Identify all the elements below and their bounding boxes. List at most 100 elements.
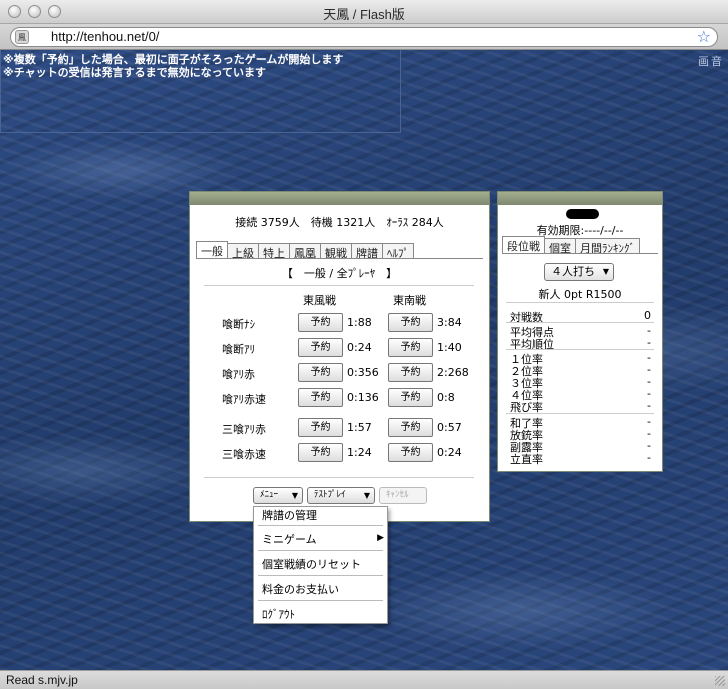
- profile-tabs: 段位戦 個室 月間ﾗﾝｷﾝｸﾞ: [502, 236, 640, 255]
- chevron-down-icon: ▼: [602, 267, 609, 276]
- tab-general[interactable]: 一般: [196, 241, 228, 259]
- south-count: 0:24: [437, 446, 462, 459]
- browser-toolbar: 鳳 http://tenhou.net/0/ ☆: [0, 24, 728, 50]
- tab-phoenix[interactable]: 鳳凰: [289, 243, 321, 260]
- stat-value: 0: [644, 309, 651, 322]
- row-label: 喰ｱﾘ赤速: [222, 393, 266, 406]
- page-content: ※複数「予約」した場合、最初に面子がそろったゲームが開始します ※チャットの受信…: [0, 50, 728, 670]
- tab-watch[interactable]: 観戦: [320, 243, 352, 260]
- tab-private[interactable]: 個室: [544, 238, 576, 255]
- lobby-header: 【 一般 / 全ﾌﾟﾚｰﾔ 】: [281, 267, 398, 280]
- reserve-east-button[interactable]: 予約: [298, 363, 343, 382]
- tab-ranked[interactable]: 段位戦: [502, 236, 545, 254]
- reserve-east-button[interactable]: 予約: [298, 443, 343, 462]
- submenu-arrow-icon: ▶: [377, 533, 384, 543]
- browser-window: 天鳳 / Flash版 鳳 http://tenhou.net/0/ ☆ ※複数…: [0, 0, 728, 689]
- lobby-panel: 接続 3759人 待機 1321人 ｵｰﾗｽ 284人 一般 上級 特上 鳳凰 …: [189, 191, 490, 522]
- title-bar: 天鳳 / Flash版: [0, 0, 728, 24]
- tab-upper[interactable]: 上級: [227, 243, 259, 260]
- mode-select[interactable]: ４人打ち ▼: [544, 263, 614, 281]
- testplay-button[interactable]: ﾃｽﾄﾌﾟﾚｲ ▼: [307, 487, 375, 504]
- chevron-down-icon: ▼: [291, 491, 298, 500]
- divider: [204, 477, 474, 478]
- chevron-down-icon: ▼: [363, 491, 370, 500]
- divider: [506, 413, 654, 414]
- reserve-south-button[interactable]: 予約: [388, 363, 433, 382]
- reserve-east-button[interactable]: 予約: [298, 313, 343, 332]
- tab-special[interactable]: 特上: [258, 243, 290, 260]
- stat-label: 立直率: [510, 453, 543, 466]
- resize-grip-icon[interactable]: [715, 676, 725, 686]
- row-label: 喰断ｱﾘ: [222, 343, 255, 356]
- reserve-south-button[interactable]: 予約: [388, 443, 433, 462]
- south-count: 0:8: [437, 391, 455, 404]
- notice-line-2: ※チャットの受信は発言するまで無効になっています: [3, 66, 267, 79]
- east-count: 1:57: [347, 421, 372, 434]
- address-bar[interactable]: 鳳 http://tenhou.net/0/ ☆: [10, 27, 718, 47]
- profile-title-bar: [498, 192, 662, 205]
- reserve-east-button[interactable]: 予約: [298, 338, 343, 357]
- profile-panel: 有効期限:----/--/-- 段位戦 個室 月間ﾗﾝｷﾝｸﾞ ４人打ち ▼ 新人…: [497, 191, 663, 472]
- lobby-menu-dropdown: 牌譜の管理 ミニゲーム ▶ 個室戦績のリセット 料金のお支払い ﾛｸﾞｱｳﾄ: [253, 506, 388, 624]
- mode-select-value: ４人打ち: [551, 265, 595, 278]
- reserve-south-button[interactable]: 予約: [388, 418, 433, 437]
- cancel-button[interactable]: ｷｬﾝｾﾙ: [379, 487, 427, 504]
- menu-separator: [258, 550, 383, 551]
- row-label: 喰ｱﾘ赤: [222, 368, 255, 381]
- notice-box: ※複数「予約」した場合、最初に面子がそろったゲームが開始します ※チャットの受信…: [0, 50, 401, 133]
- row-label: 喰断ﾅｼ: [222, 318, 255, 331]
- menu-item-replays[interactable]: 牌譜の管理: [262, 507, 317, 523]
- tab-monthly-ranking[interactable]: 月間ﾗﾝｷﾝｸﾞ: [575, 238, 640, 255]
- sound-graphics-toggle[interactable]: 画音: [698, 53, 724, 69]
- stat-value: -: [647, 336, 651, 349]
- divider: [506, 322, 654, 323]
- menu-separator: [258, 525, 383, 526]
- east-count: 1:88: [347, 316, 372, 329]
- window-title: 天鳳 / Flash版: [323, 7, 405, 22]
- stat-value: -: [647, 399, 651, 412]
- row-label: 三喰ｱﾘ赤: [222, 423, 266, 436]
- east-count: 1:24: [347, 446, 372, 459]
- east-count: 0:356: [347, 366, 379, 379]
- testplay-button-label: ﾃｽﾄﾌﾟﾚｲ: [314, 490, 346, 500]
- tab-replays[interactable]: 牌譜: [351, 243, 383, 260]
- status-bar: Read s.mjv.jp: [0, 670, 728, 689]
- reserve-east-button[interactable]: 予約: [298, 388, 343, 407]
- tab-underline: [502, 253, 658, 254]
- bookmark-star-icon[interactable]: ☆: [697, 27, 711, 46]
- divider: [506, 302, 654, 303]
- menu-button[interactable]: ﾒﾆｭｰ ▼: [253, 487, 303, 504]
- divider: [506, 349, 654, 350]
- south-count: 3:84: [437, 316, 462, 329]
- south-count: 2:268: [437, 366, 469, 379]
- reserve-south-button[interactable]: 予約: [388, 313, 433, 332]
- east-count: 0:24: [347, 341, 372, 354]
- menu-item-payment[interactable]: 料金のお支払い: [262, 581, 339, 597]
- site-icon: 鳳: [15, 30, 29, 44]
- south-count: 0:57: [437, 421, 462, 434]
- redacted-username: [566, 209, 599, 219]
- connection-stats: 接続 3759人 待機 1321人 ｵｰﾗｽ 284人: [235, 216, 444, 229]
- reserve-east-button[interactable]: 予約: [298, 418, 343, 437]
- menu-button-label: ﾒﾆｭｰ: [260, 490, 279, 500]
- stat-value: -: [647, 451, 651, 464]
- south-count: 1:40: [437, 341, 462, 354]
- reserve-south-button[interactable]: 予約: [388, 338, 433, 357]
- reserve-south-button[interactable]: 予約: [388, 388, 433, 407]
- menu-item-minigame[interactable]: ミニゲーム: [262, 531, 317, 547]
- divider: [204, 285, 474, 286]
- menu-separator: [258, 575, 383, 576]
- menu-item-reset-private[interactable]: 個室戦績のリセット: [262, 556, 361, 572]
- col-south-header: 東南戦: [393, 294, 426, 307]
- rank-info: 新人 0pt R1500: [538, 288, 622, 301]
- lobby-title-bar: [190, 192, 489, 205]
- url-text[interactable]: http://tenhou.net/0/: [51, 29, 159, 44]
- lobby-tabs: 一般 上級 特上 鳳凰 観戦 牌譜 ﾍﾙﾌﾟ: [196, 241, 414, 260]
- menu-item-logout[interactable]: ﾛｸﾞｱｳﾄ: [262, 606, 295, 622]
- tab-help[interactable]: ﾍﾙﾌﾟ: [382, 243, 414, 260]
- status-text: Read s.mjv.jp: [6, 673, 78, 687]
- tab-underline: [196, 258, 483, 259]
- col-east-header: 東風戦: [303, 294, 336, 307]
- row-label: 三喰赤速: [222, 448, 266, 461]
- east-count: 0:136: [347, 391, 379, 404]
